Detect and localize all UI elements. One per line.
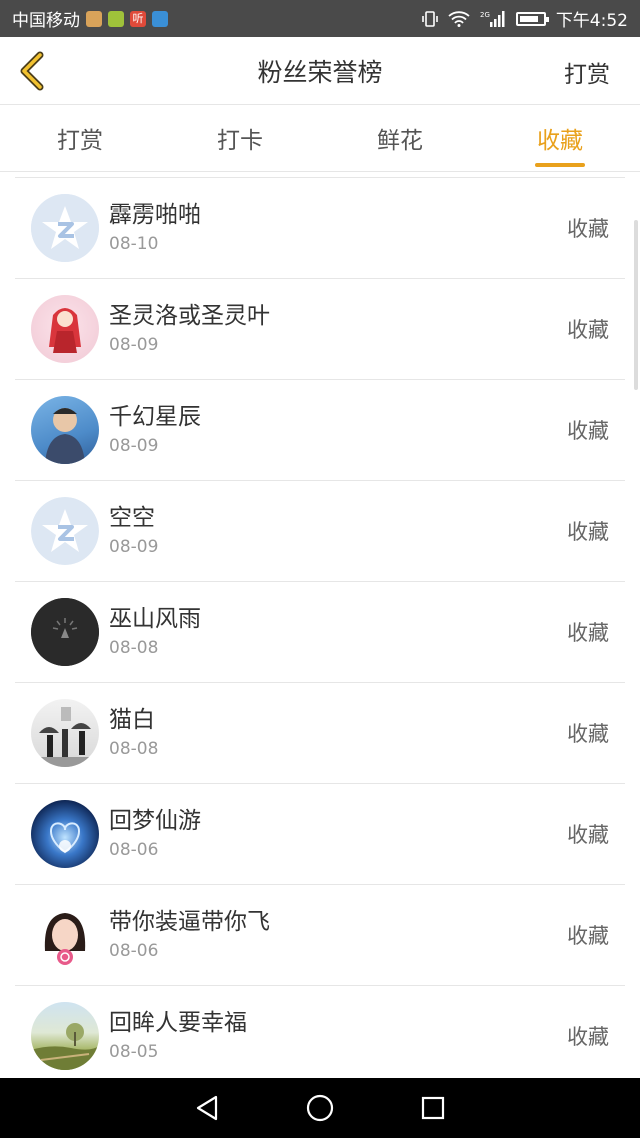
avatar [31,800,99,868]
scrollbar[interactable] [634,220,638,390]
list-item[interactable]: 带你装逼带你飞 08-06 收藏 [15,885,625,986]
nav-back-button[interactable] [187,1088,227,1128]
tab-label: 鲜花 [377,128,423,154]
clock: 下午4:52 [555,11,628,31]
tab-label: 收藏 [537,128,583,154]
list-item[interactable]: 千幻星辰 08-09 收藏 [15,380,625,481]
fan-info: 空空 08-09 [109,503,158,559]
triangle-back-icon [196,1095,217,1121]
svg-text:2G: 2G [480,11,490,19]
fan-date: 08-08 [109,638,159,658]
fan-name: 猫白 [109,707,155,733]
chevron-left-icon [20,51,44,91]
tab-reward[interactable]: 打赏 [0,105,160,171]
battery-icon [515,11,549,26]
fan-date: 08-09 [109,335,159,355]
tab-flowers[interactable]: 鲜花 [320,105,480,171]
fan-date: 08-06 [109,941,159,961]
fan-info: 巫山风雨 08-08 [109,604,201,660]
fan-info: 霹雳啪啪 08-10 [109,200,201,256]
avatar [31,194,99,262]
child-photo-avatar-icon [45,408,85,464]
fan-date: 08-10 [109,234,159,254]
fan-info: 回眸人要幸福 08-05 [109,1008,247,1064]
fan-info: 千幻星辰 08-09 [109,402,201,458]
tab-label: 打赏 [57,128,103,154]
tab-underline [535,163,585,167]
vibrate-icon [422,10,438,27]
action-label: 收藏 [567,520,609,544]
anime-girl-avatar-icon [49,308,81,353]
fan-name: 空空 [109,505,155,531]
fan-date: 08-09 [109,537,159,557]
fan-name: 回眸人要幸福 [109,1010,247,1036]
tab-bar: 打赏 打卡 鲜花 收藏 [0,105,640,172]
fan-name: 千幻星辰 [109,404,201,430]
tab-favorites[interactable]: 收藏 [480,105,640,171]
landscape-avatar-icon [31,1023,99,1070]
girl-lollipop-avatar-icon [44,913,86,965]
signal-icon: 2G [480,10,505,27]
action-label: 收藏 [567,924,609,948]
avatar [31,598,99,666]
nav-home-button[interactable] [300,1088,340,1128]
list-item[interactable]: 圣灵洛或圣灵叶 08-09 收藏 [15,279,625,380]
action-label: 收藏 [567,621,609,645]
avatar [31,295,99,363]
fan-info: 猫白 08-08 [109,705,158,761]
title-bar: 粉丝荣誉榜 打赏 [0,37,640,105]
back-button[interactable] [10,47,54,95]
notification-ting-icon: 听 [130,10,146,27]
avatar [31,901,99,969]
fan-list[interactable]: 霹雳啪啪 08-10 收藏 圣灵洛或圣灵叶 08-09 收藏 千幻星辰 08-0… [15,177,625,1077]
circle-home-icon [306,1094,334,1122]
fan-name: 巫山风雨 [109,606,201,632]
fan-date: 08-05 [109,1042,159,1062]
action-label: 收藏 [567,419,609,443]
action-label: 收藏 [567,318,609,342]
system-nav-bar [0,1078,640,1138]
notification-app-icon [152,10,168,27]
list-item[interactable]: 猫白 08-08 收藏 [15,683,625,784]
notification-app-icon [108,10,124,27]
blue-heart-avatar-icon [50,822,80,854]
fan-date: 08-08 [109,739,159,759]
avatar [31,497,99,565]
list-item[interactable]: 霹雳啪啪 08-10 收藏 [15,178,625,279]
square-recents-icon [422,1096,445,1120]
fan-date: 08-06 [109,840,159,860]
list-item[interactable]: 空空 08-09 收藏 [15,481,625,582]
reward-button[interactable]: 打赏 [564,55,610,89]
fan-name: 霹雳啪啪 [109,202,201,228]
nav-recents-button[interactable] [413,1088,453,1128]
avatar [31,699,99,767]
avatar [31,396,99,464]
tab-label: 打卡 [217,128,263,154]
fan-info: 圣灵洛或圣灵叶 08-09 [109,301,270,357]
action-label: 收藏 [567,1025,609,1049]
list-item[interactable]: 巫山风雨 08-08 收藏 [15,582,625,683]
action-label: 收藏 [567,823,609,847]
avatar [31,1002,99,1070]
status-bar: 中国移动 听 2G 下午4:52 [0,0,640,37]
default-avatar-icon [31,497,99,565]
fan-info: 带你装逼带你飞 08-06 [109,907,270,963]
fan-name: 圣灵洛或圣灵叶 [109,303,270,329]
notification-app-icon [86,10,102,27]
list-item[interactable]: 回眸人要幸福 08-05 收藏 [15,986,625,1077]
page-title: 粉丝荣誉榜 [257,57,383,87]
wifi-icon [448,10,470,27]
carrier-label: 中国移动 [12,11,80,31]
tab-checkin[interactable]: 打卡 [160,105,320,171]
umbrella-people-avatar-icon [31,707,99,767]
list-item[interactable]: 回梦仙游 08-06 收藏 [15,784,625,885]
fan-date: 08-09 [109,436,159,456]
action-label: 收藏 [567,217,609,241]
fan-name: 回梦仙游 [109,808,201,834]
lightbulb-avatar-icon [31,598,99,666]
default-avatar-icon [31,194,99,262]
fan-info: 回梦仙游 08-06 [109,806,201,862]
fan-name: 带你装逼带你飞 [109,909,270,935]
action-label: 收藏 [567,722,609,746]
